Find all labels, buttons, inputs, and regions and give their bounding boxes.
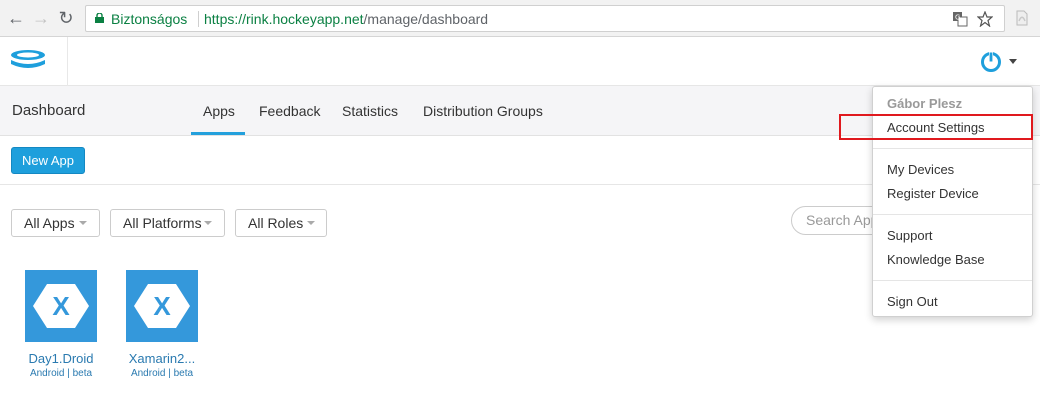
filter-label: All Platforms bbox=[123, 215, 202, 231]
menu-item-my-devices[interactable]: My Devices bbox=[887, 162, 954, 177]
filter-all-apps[interactable]: All Apps bbox=[11, 209, 100, 237]
tab-apps[interactable]: Apps bbox=[203, 103, 235, 119]
lock-icon bbox=[95, 13, 104, 23]
tab-statistics[interactable]: Statistics bbox=[342, 103, 398, 119]
reload-icon[interactable]: ↻ bbox=[56, 8, 76, 28]
dropdown-arrow-icon bbox=[79, 221, 87, 225]
filter-label: All Roles bbox=[248, 215, 304, 231]
xamarin-icon[interactable]: X bbox=[126, 270, 198, 342]
filter-label: All Apps bbox=[24, 215, 75, 231]
svg-text:X: X bbox=[52, 291, 70, 321]
dropdown-arrow-icon bbox=[204, 221, 212, 225]
xamarin-icon[interactable]: X bbox=[25, 270, 97, 342]
url-text[interactable]: https://rink.hockeyapp.net/manage/dashbo… bbox=[204, 11, 488, 27]
star-bookmark-icon[interactable] bbox=[977, 11, 993, 27]
tab-feedback[interactable]: Feedback bbox=[259, 103, 320, 119]
header-divider bbox=[67, 37, 68, 86]
url-host: https://rink.hockeyapp.net bbox=[204, 11, 364, 27]
address-bar[interactable]: Biztonságos https://rink.hockeyapp.net/m… bbox=[85, 5, 1005, 32]
menu-divider bbox=[873, 280, 1032, 281]
menu-item-knowledge-base[interactable]: Knowledge Base bbox=[887, 252, 985, 267]
filter-all-platforms[interactable]: All Platforms bbox=[110, 209, 225, 237]
app-tile[interactable]: X Xamarin2... Android | beta bbox=[117, 270, 207, 379]
hockeyapp-logo-icon[interactable] bbox=[10, 50, 46, 72]
menu-item-support[interactable]: Support bbox=[887, 228, 933, 243]
menu-item-register-device[interactable]: Register Device bbox=[887, 186, 979, 201]
app-header bbox=[0, 37, 1040, 86]
app-tile[interactable]: X Day1.Droid Android | beta bbox=[16, 270, 106, 379]
app-name[interactable]: Day1.Droid bbox=[16, 351, 106, 366]
menu-divider bbox=[873, 214, 1032, 215]
menu-user-name: Gábor Plesz bbox=[887, 96, 963, 111]
app-meta: Android | beta bbox=[29, 368, 93, 379]
secure-label: Biztonságos bbox=[111, 11, 188, 27]
power-icon[interactable] bbox=[980, 51, 1002, 73]
user-menu-caret-icon[interactable] bbox=[1009, 59, 1017, 64]
pdf-extension-icon[interactable] bbox=[1014, 10, 1030, 26]
translate-icon[interactable]: G bbox=[952, 11, 968, 27]
forward-arrow-icon[interactable]: → bbox=[31, 8, 51, 28]
dropdown-arrow-icon bbox=[307, 221, 315, 225]
highlight-annotation-box bbox=[839, 114, 1033, 140]
omnibox-divider bbox=[198, 11, 199, 27]
app-meta: Android | beta bbox=[130, 368, 194, 379]
svg-text:X: X bbox=[153, 291, 171, 321]
menu-divider bbox=[873, 148, 1032, 149]
menu-item-sign-out[interactable]: Sign Out bbox=[887, 294, 938, 309]
active-tab-indicator bbox=[191, 132, 245, 135]
svg-text:G: G bbox=[955, 14, 960, 22]
url-path: /manage/dashboard bbox=[363, 11, 489, 27]
tab-distribution-groups[interactable]: Distribution Groups bbox=[423, 103, 543, 119]
back-arrow-icon[interactable]: ← bbox=[6, 8, 26, 28]
browser-toolbar: ← → ↻ Biztonságos https://rink.hockeyapp… bbox=[0, 0, 1040, 37]
filter-all-roles[interactable]: All Roles bbox=[235, 209, 327, 237]
app-name[interactable]: Xamarin2... bbox=[117, 351, 207, 366]
page-title: Dashboard bbox=[12, 102, 86, 119]
new-app-button[interactable]: New App bbox=[11, 147, 85, 174]
